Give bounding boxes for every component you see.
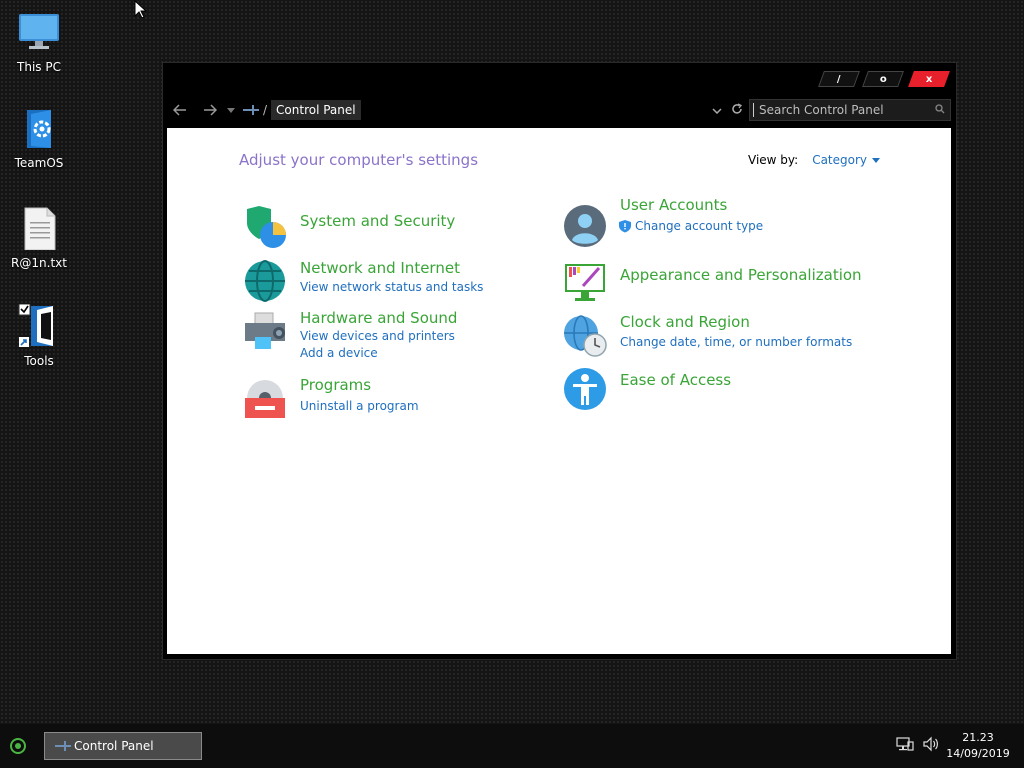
desktop-icon-tools[interactable]: Tools	[4, 303, 74, 368]
minimize-button[interactable]: /	[818, 71, 860, 87]
user-avatar-icon	[563, 204, 607, 248]
view-by-label: View by:	[748, 153, 799, 167]
maximize-button[interactable]: o	[862, 71, 904, 87]
desktop-icon-label: TeamOS	[14, 156, 64, 170]
globe-icon	[243, 259, 287, 303]
shield-pie-icon	[243, 205, 287, 249]
control-panel-window: / o x / Control Panel Search Control Pan…	[162, 62, 957, 660]
taskbar-item-label: Control Panel	[74, 739, 154, 753]
desktop-icon-label: Tools	[24, 354, 54, 368]
system-tray	[896, 736, 940, 752]
recent-locations-button[interactable]	[223, 97, 239, 123]
chevron-down-icon	[712, 108, 722, 115]
search-box[interactable]	[749, 99, 951, 121]
programs-disc-icon	[243, 376, 287, 420]
category-link[interactable]: View devices and printers	[300, 329, 455, 343]
minimize-icon: /	[837, 73, 841, 85]
monitor-icon	[17, 10, 61, 54]
category-link[interactable]: Uninstall a program	[300, 399, 419, 413]
taskbar-clock[interactable]: 21.23 14/09/2019	[946, 730, 1010, 762]
arrow-right-icon	[204, 104, 217, 116]
window-titlebar[interactable]: / o x	[163, 63, 956, 93]
category-title[interactable]: Programs	[300, 376, 371, 394]
address-tools	[707, 97, 747, 123]
category-title[interactable]: Hardware and Sound	[300, 309, 457, 327]
printer-icon	[243, 309, 287, 353]
category-title[interactable]: Clock and Region	[620, 313, 750, 331]
search-input[interactable]	[753, 103, 930, 117]
breadcrumb-control-panel[interactable]: Control Panel	[271, 100, 361, 120]
back-button[interactable]	[167, 97, 193, 123]
desktop-icon-this-pc[interactable]: This PC	[4, 10, 74, 74]
mouse-cursor-icon	[134, 0, 148, 19]
text-file-icon	[17, 206, 61, 251]
close-button[interactable]: x	[908, 71, 950, 87]
folder-shortcut-icon	[17, 303, 61, 348]
caret-down-icon[interactable]	[872, 157, 881, 163]
taskbar-item-control-panel[interactable]: Control Panel	[44, 732, 202, 760]
clock-date: 14/09/2019	[946, 747, 1010, 760]
address-bar: / Control Panel	[167, 97, 953, 123]
globe-clock-icon	[563, 313, 607, 357]
volume-icon[interactable]	[922, 736, 940, 752]
desktop-icon-teamos[interactable]: TeamOS	[4, 106, 74, 170]
desktop-icon-label: R@1n.txt	[11, 256, 67, 270]
accessibility-icon	[563, 367, 607, 411]
category-link[interactable]: Change date, time, or number formats	[620, 335, 852, 349]
start-button[interactable]	[10, 738, 26, 754]
category-link[interactable]: Add a device	[300, 346, 378, 360]
control-panel-small-icon	[55, 741, 71, 751]
desktop-icon-label: This PC	[17, 60, 61, 74]
breadcrumb-separator: /	[263, 103, 268, 117]
category-title[interactable]: System and Security	[300, 212, 455, 230]
maximize-icon: o	[879, 73, 887, 85]
view-by-control: View by: Category	[748, 153, 881, 167]
clock-time: 21.23	[962, 731, 994, 744]
paint-monitor-icon	[563, 262, 607, 306]
teamos-book-icon	[17, 106, 61, 150]
page-title: Adjust your computer's settings	[239, 151, 479, 169]
view-by-dropdown[interactable]: Category	[812, 153, 867, 167]
refresh-button[interactable]	[727, 102, 747, 118]
address-dropdown-button[interactable]	[707, 103, 727, 117]
uac-shield-icon	[619, 220, 631, 233]
control-panel-content: Adjust your computer's settings View by:…	[167, 128, 951, 654]
control-panel-small-icon	[243, 105, 259, 115]
taskbar: Control Panel 21.23 14/09/2019	[0, 724, 1024, 768]
chevron-down-icon	[227, 107, 235, 113]
search-icon[interactable]	[930, 103, 950, 117]
network-icon[interactable]	[896, 736, 914, 752]
forward-button[interactable]	[197, 97, 223, 123]
category-title[interactable]: Network and Internet	[300, 259, 460, 277]
category-title[interactable]: User Accounts	[620, 196, 727, 214]
close-icon: x	[925, 73, 933, 85]
category-link[interactable]: View network status and tasks	[300, 280, 483, 294]
category-title[interactable]: Appearance and Personalization	[620, 266, 862, 284]
category-link[interactable]: Change account type	[635, 219, 763, 233]
arrow-left-icon	[173, 104, 186, 116]
desktop-icon-r1n-txt[interactable]: R@1n.txt	[4, 206, 74, 270]
category-title[interactable]: Ease of Access	[620, 371, 731, 389]
refresh-icon	[732, 102, 743, 114]
